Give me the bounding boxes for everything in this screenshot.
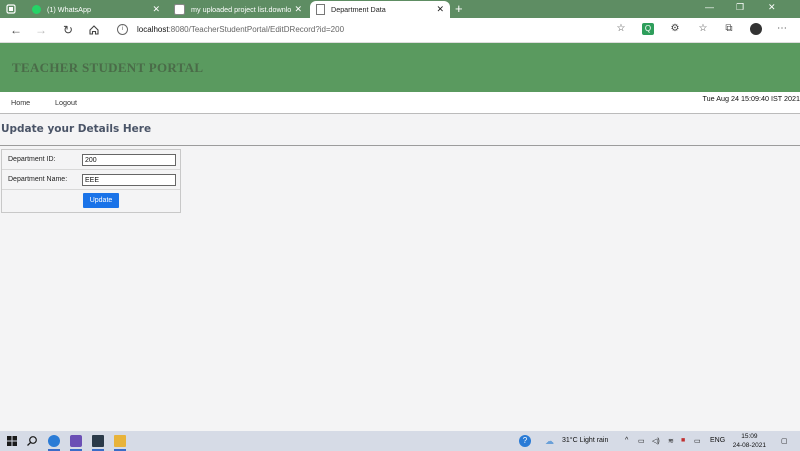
heading-divider xyxy=(0,145,800,146)
refresh-icon[interactable]: ↻ xyxy=(61,23,75,37)
tab-department-data[interactable]: Department Data ✕ xyxy=(310,1,450,18)
collections-icon[interactable]: ⧉ xyxy=(723,23,735,35)
system-clock[interactable]: 15:09 24-08-2021 xyxy=(733,432,766,450)
windows-start-icon[interactable] xyxy=(6,435,18,447)
window-close-icon[interactable]: ✕ xyxy=(768,2,776,13)
url-path: :8080/TeacherStudentPortal/EditDRecord?i… xyxy=(168,25,345,34)
department-name-input[interactable] xyxy=(82,174,176,186)
search-icon[interactable] xyxy=(26,435,38,447)
help-icon[interactable]: ? xyxy=(519,435,531,447)
department-id-input[interactable] xyxy=(82,154,176,166)
tab-label: my uploaded project list.downlo xyxy=(191,5,292,14)
whatsapp-icon xyxy=(32,5,41,14)
forward-arrow-icon[interactable]: → xyxy=(34,23,48,37)
language-indicator[interactable]: ENG xyxy=(710,437,725,444)
page-icon xyxy=(316,4,325,15)
portal-banner: TEACHER STUDENT PORTAL xyxy=(0,43,800,92)
wifi-icon[interactable]: ≋ xyxy=(668,437,674,445)
nav-home-link[interactable]: Home xyxy=(11,98,30,107)
update-department-form: Department ID: Department Name: Update xyxy=(1,149,181,213)
form-row-department-name: Department Name: xyxy=(2,169,180,190)
tab-label: (1) WhatsApp xyxy=(47,5,91,14)
notifications-icon[interactable]: ▢ xyxy=(781,437,788,445)
home-icon[interactable] xyxy=(87,23,101,37)
department-name-label: Department Name: xyxy=(8,176,68,183)
battery-icon[interactable]: ▭ xyxy=(694,437,701,445)
site-info-icon[interactable]: i xyxy=(117,24,128,35)
tab-actions-icon[interactable] xyxy=(6,4,16,14)
url-host: localhost xyxy=(137,25,169,34)
tab-project-list[interactable]: my uploaded project list.downlo ✕ xyxy=(168,1,308,18)
restore-icon[interactable]: ❐ xyxy=(736,2,744,13)
favorite-star-icon[interactable]: ☆ xyxy=(615,23,627,35)
weather-icon: ☁ xyxy=(545,436,554,446)
favorites-icon[interactable]: ☆ xyxy=(697,23,709,35)
form-row-department-id: Department ID: xyxy=(2,150,180,170)
volume-icon[interactable]: ◁) xyxy=(652,437,660,445)
department-id-label: Department ID: xyxy=(8,156,56,163)
portal-title: TEACHER STUDENT PORTAL xyxy=(12,60,204,75)
system-time: 15:09 xyxy=(741,433,758,440)
more-options-icon[interactable]: ⋯ xyxy=(776,23,788,35)
back-arrow-icon[interactable]: ← xyxy=(9,23,23,37)
minimize-icon[interactable]: — xyxy=(705,2,714,12)
browser-tab-bar: (1) WhatsApp ✕ my uploaded project list.… xyxy=(0,0,800,18)
url-field[interactable]: localhost:8080/TeacherStudentPortal/Edit… xyxy=(137,25,344,34)
windows-taskbar: ? ☁ 31°C Light rain ^ ▭ ◁) ≋ ■ ▭ ENG 15:… xyxy=(0,431,800,451)
edge-browser-icon[interactable] xyxy=(48,435,60,447)
close-tab-icon[interactable]: ✕ xyxy=(152,4,160,15)
terminal-icon[interactable] xyxy=(92,435,104,447)
update-button[interactable]: Update xyxy=(83,193,119,208)
profile-avatar[interactable] xyxy=(750,23,762,35)
app-icon[interactable] xyxy=(70,435,82,447)
system-date: 24-08-2021 xyxy=(732,442,766,449)
show-hidden-icons-icon[interactable]: ^ xyxy=(625,437,628,444)
new-tab-icon[interactable]: + xyxy=(455,1,463,16)
main-nav: Home Logout Tue Aug 24 15:09:40 IST 2021 xyxy=(0,92,800,114)
network-icon[interactable]: ▭ xyxy=(638,437,645,445)
weather-text[interactable]: 31°C Light rain xyxy=(562,437,608,444)
antivirus-icon[interactable]: ■ xyxy=(681,437,685,444)
file-explorer-icon[interactable] xyxy=(114,435,126,447)
tab-whatsapp[interactable]: (1) WhatsApp ✕ xyxy=(26,1,166,18)
nav-logout-link[interactable]: Logout xyxy=(55,98,77,107)
current-datetime: Tue Aug 24 15:09:40 IST 2021 xyxy=(702,94,800,103)
extension-icon[interactable]: Q xyxy=(642,23,654,35)
address-toolbar: ← → ↻ i localhost:8080/TeacherStudentPor… xyxy=(0,18,800,43)
close-tab-icon[interactable]: ✕ xyxy=(436,4,444,15)
page-favicon-icon xyxy=(174,4,185,15)
page-heading: Update your Details Here xyxy=(1,123,152,135)
extensions-puzzle-icon[interactable]: ⚙ xyxy=(669,23,681,35)
tab-label: Department Data xyxy=(331,5,386,14)
close-tab-icon[interactable]: ✕ xyxy=(294,4,302,15)
